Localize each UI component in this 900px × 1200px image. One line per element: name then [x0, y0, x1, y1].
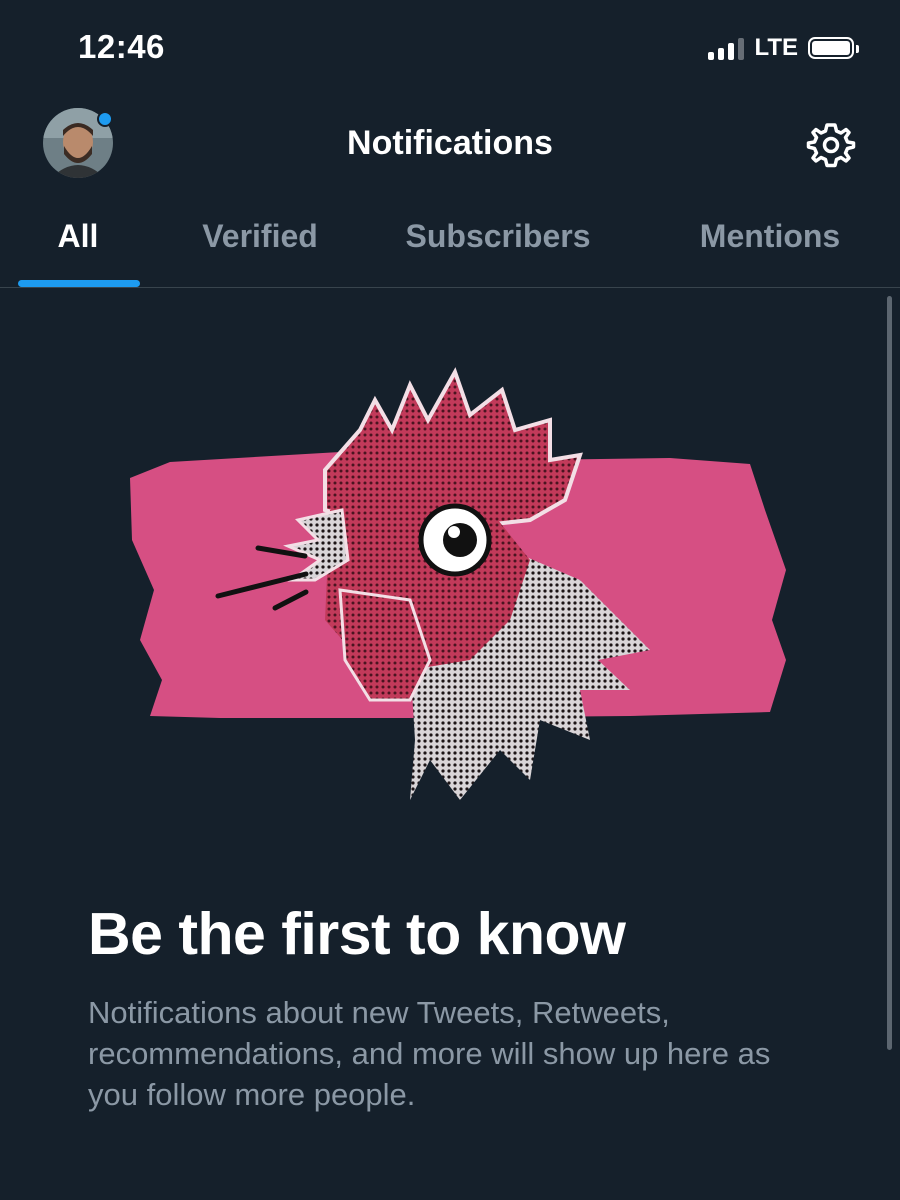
notification-tabs: All Verified Subscribers Mentions [0, 218, 900, 288]
tab-mentions[interactable]: Mentions [680, 218, 860, 255]
scrollbar[interactable] [887, 296, 892, 1050]
status-indicators: LTE [708, 34, 859, 62]
tab-all[interactable]: All [38, 218, 118, 255]
gear-icon[interactable] [806, 120, 856, 170]
empty-state-description: Notifications about new Tweets, Retweets… [88, 995, 771, 1112]
rooster-illustration [110, 360, 800, 820]
status-time: 12:46 [78, 28, 165, 65]
network-label: LTE [754, 34, 798, 61]
page-title: Notifications [347, 124, 553, 162]
empty-state-title: Be the first to know [88, 901, 626, 967]
tabs-divider [0, 287, 900, 288]
battery-icon [808, 37, 859, 59]
signal-icon [708, 36, 745, 60]
tab-verified[interactable]: Verified [180, 218, 340, 255]
tab-subscribers[interactable]: Subscribers [388, 218, 608, 255]
active-tab-indicator [18, 280, 140, 287]
